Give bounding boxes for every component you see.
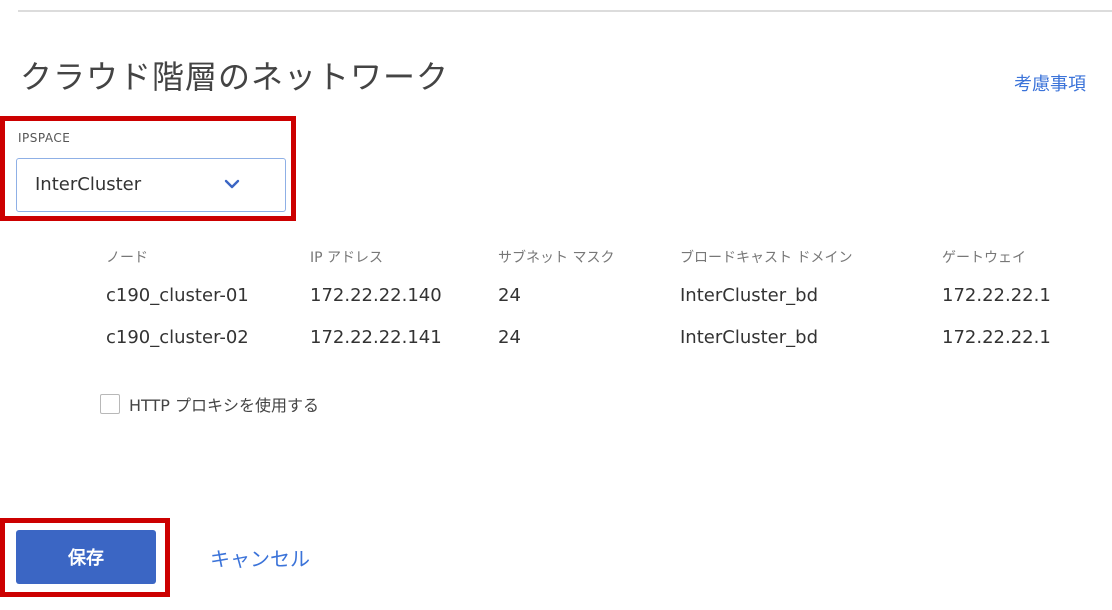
http-proxy-checkbox[interactable] [100, 394, 120, 414]
ipspace-label: IPSPACE [18, 131, 71, 145]
http-proxy-label: HTTP プロキシを使用する [129, 396, 320, 415]
cell-node: c190_cluster-02 [106, 326, 249, 348]
table-header-row: ノード IP アドレス サブネット マスク ブロードキャスト ドメイン ゲートウ… [106, 240, 1082, 274]
cell-broadcast-domain: InterCluster_bd [680, 284, 818, 306]
header-broadcast-domain: ブロードキャスト ドメイン [680, 250, 853, 266]
cloud-tier-network-page: クラウド階層のネットワーク 考慮事項 IPSPACE InterCluster … [0, 0, 1112, 610]
header-gateway: ゲートウェイ [942, 250, 1026, 266]
ipspace-dropdown[interactable]: InterCluster [16, 158, 286, 212]
cell-gateway: 172.22.22.1 [942, 284, 1051, 306]
http-proxy-option[interactable]: HTTP プロキシを使用する [100, 392, 319, 416]
cell-ip-address: 172.22.22.141 [310, 326, 442, 348]
header-node: ノード [106, 250, 148, 266]
considerations-link[interactable]: 考慮事項 [1014, 70, 1086, 96]
ipspace-selected-value: InterCluster [35, 174, 142, 195]
cell-gateway: 172.22.22.1 [942, 326, 1051, 348]
table-row: c190_cluster-02 172.22.22.141 24 InterCl… [106, 316, 1082, 358]
cell-node: c190_cluster-01 [106, 284, 249, 306]
network-table: ノード IP アドレス サブネット マスク ブロードキャスト ドメイン ゲートウ… [106, 240, 1082, 358]
cell-ip-address: 172.22.22.140 [310, 284, 442, 306]
chevron-down-icon [224, 179, 240, 189]
cell-subnet-mask: 24 [498, 326, 521, 348]
table-row: c190_cluster-01 172.22.22.140 24 InterCl… [106, 274, 1082, 316]
header-subnet-mask: サブネット マスク [498, 250, 615, 266]
cell-broadcast-domain: InterCluster_bd [680, 326, 818, 348]
cell-subnet-mask: 24 [498, 284, 521, 306]
top-divider [18, 10, 1112, 12]
header-ip-address: IP アドレス [310, 250, 384, 266]
cancel-link[interactable]: キャンセル [210, 543, 310, 572]
page-title: クラウド階層のネットワーク [20, 58, 450, 96]
save-button[interactable]: 保存 [16, 530, 156, 584]
